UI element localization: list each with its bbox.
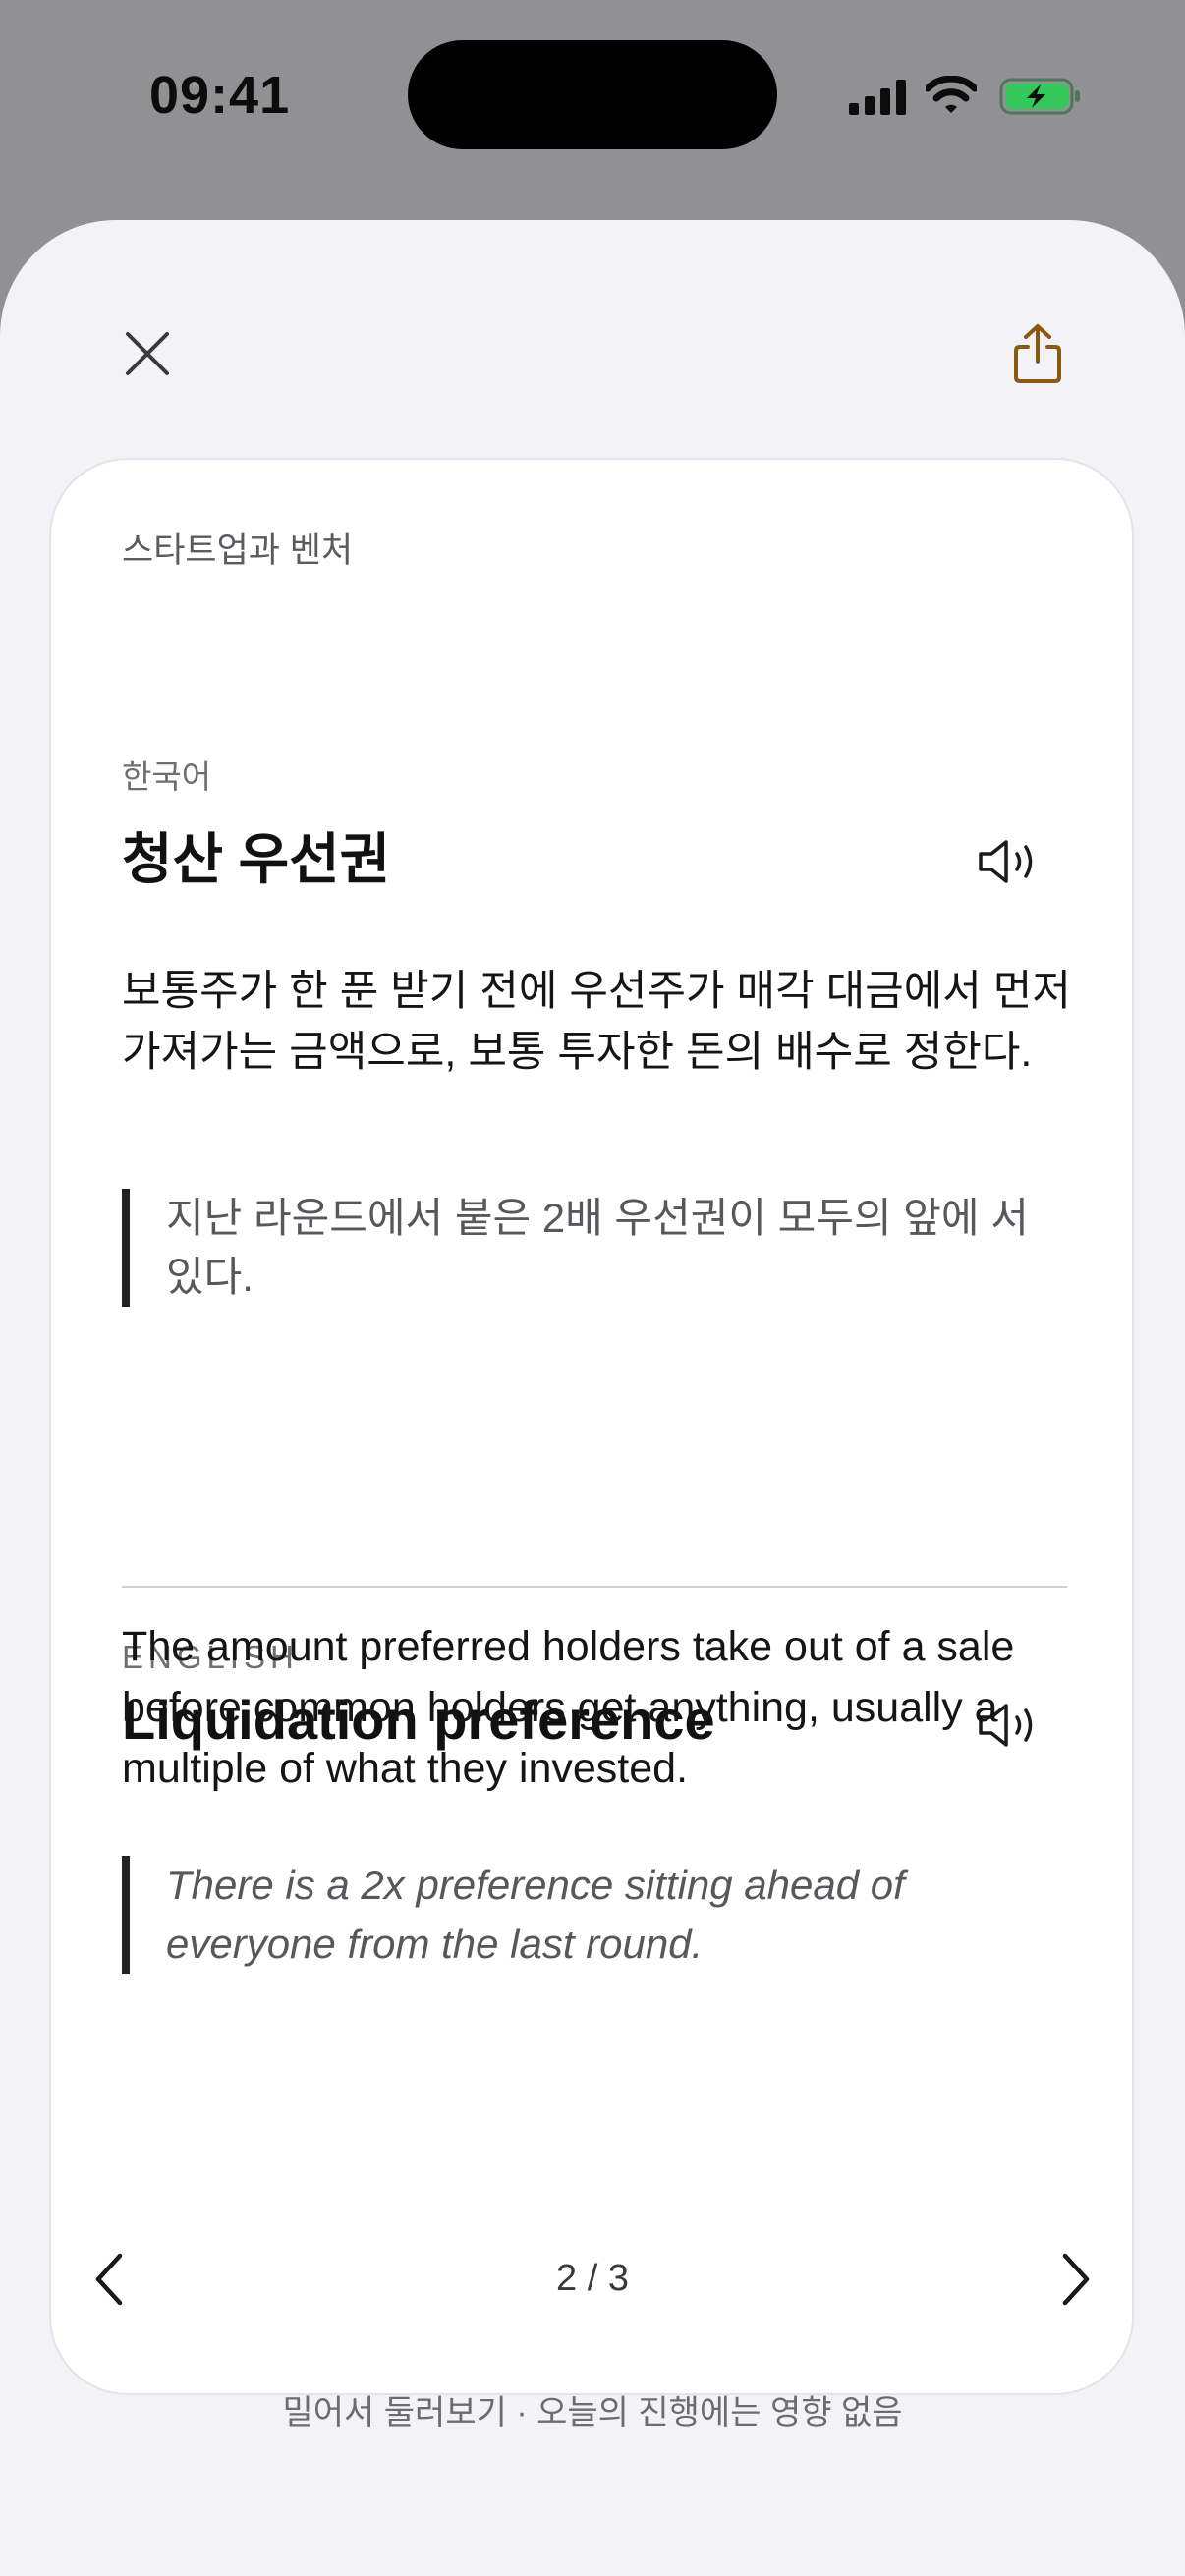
category-label: 스타트업과 벤처 xyxy=(122,532,354,570)
wifi-icon xyxy=(926,76,977,113)
share-button[interactable] xyxy=(998,308,1077,399)
english-definition-text: The amount preferred holders take out of… xyxy=(122,1623,1015,1792)
previous-card-button[interactable] xyxy=(71,2240,149,2319)
page-indicator: 2 / 3 xyxy=(556,2258,629,2299)
korean-example: 지난 라운드에서 붙은 2배 우선권이 모두의 앞에 서 있다. xyxy=(122,1189,1065,1307)
korean-term: 청산 우선권 xyxy=(122,828,391,890)
chevron-left-icon xyxy=(95,2253,123,2306)
close-icon xyxy=(126,332,169,375)
share-icon xyxy=(1014,324,1061,383)
signal-icon xyxy=(849,80,906,115)
korean-speaker-button[interactable] xyxy=(965,825,1053,898)
english-example: There is a 2x preference sitting ahead o… xyxy=(122,1856,1065,1974)
modal-sheet: 스타트업과 벤처 한국어 청산 우선권 보통주가 한 푼 받기 전에 우선주가 … xyxy=(0,220,1185,2576)
status-time: 09:41 xyxy=(149,66,291,125)
status-icons xyxy=(847,72,1083,121)
chevron-right-icon xyxy=(1062,2253,1090,2306)
speaker-icon xyxy=(979,840,1033,883)
korean-section-label: 한국어 xyxy=(122,758,212,795)
flashcard: 스타트업과 벤처 한국어 청산 우선권 보통주가 한 푼 받기 전에 우선주가 … xyxy=(49,458,1134,2395)
korean-definition: 보통주가 한 푼 받기 전에 우선주가 매각 대금에서 먼저 가져가는 금액으로… xyxy=(122,968,1071,1076)
next-card-button[interactable] xyxy=(1036,2240,1114,2319)
close-button[interactable] xyxy=(108,314,187,393)
status-bar: 09:41 xyxy=(0,0,1185,196)
swipe-hint: 밀어서 둘러보기 · 오늘의 진행에는 영향 없음 xyxy=(282,2394,903,2432)
section-divider xyxy=(122,1586,1067,1588)
battery-charging-icon xyxy=(999,78,1080,115)
dynamic-island xyxy=(408,40,777,149)
